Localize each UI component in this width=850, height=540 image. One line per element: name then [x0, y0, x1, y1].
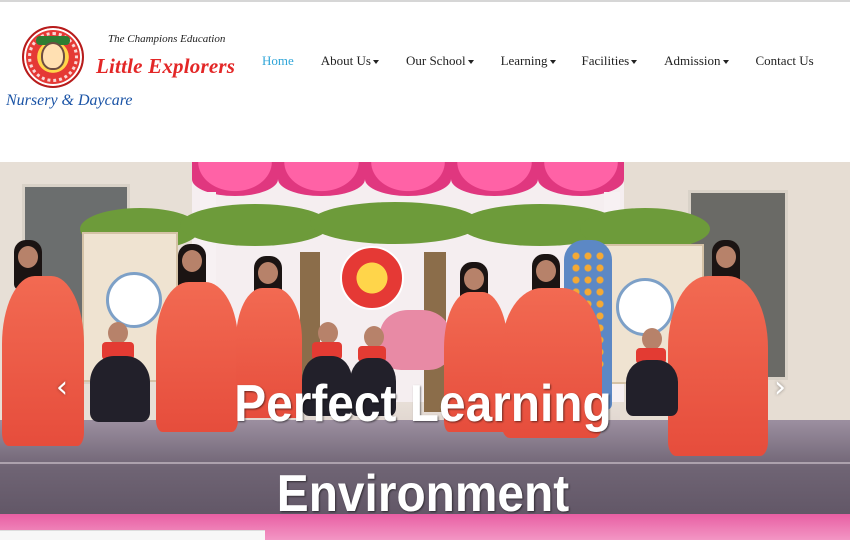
caret-down-icon: [549, 60, 556, 64]
main-navigation: Home About Us Our School Learning Facili…: [262, 52, 814, 70]
emblem-face: [41, 42, 65, 70]
nav-item-label: Admission: [664, 53, 721, 68]
logo-tagline: The Champions Education: [108, 33, 226, 45]
nav-item-label: Our School: [405, 53, 466, 68]
caret-down-icon: [722, 60, 729, 64]
site-header: The Champions Education Little Explorers…: [0, 2, 850, 162]
nav-item-learning[interactable]: Learning: [501, 53, 556, 69]
nav-item-label: Contact Us: [755, 53, 814, 68]
caret-down-icon: [631, 60, 638, 64]
nav-item-about-us[interactable]: About Us: [321, 53, 379, 69]
nav-item-contact-us[interactable]: Contact Us: [756, 53, 814, 69]
tree-emblem-icon: [616, 278, 674, 336]
nav-item-label: About Us: [320, 53, 371, 68]
nav-item-our-school[interactable]: Our School: [406, 53, 474, 69]
logo-brand-name[interactable]: Little Explorers: [96, 54, 235, 79]
elephant-prop: [380, 310, 450, 370]
hero-caption-line-1: Perfect Learning: [234, 375, 612, 433]
school-emblem-icon[interactable]: [22, 26, 84, 88]
nav-item-admission[interactable]: Admission: [664, 53, 729, 69]
hero-slider: ‹ › Perfect Learning Environment: [0, 162, 850, 540]
nav-item-label: Home: [262, 53, 294, 68]
nav-item-label: Facilities: [581, 53, 630, 68]
horizontal-scrollbar[interactable]: [0, 530, 265, 540]
logo-subtitle: Nursery & Daycare: [6, 92, 133, 109]
stage-curtain: [192, 162, 625, 196]
nav-item-facilities[interactable]: Facilities: [582, 53, 638, 69]
stage-emblem-icon: [340, 246, 404, 310]
caret-down-icon: [372, 60, 379, 64]
hero-caption-line-2: Environment: [276, 465, 570, 523]
caret-down-icon: [467, 60, 474, 64]
tiger-emblem-icon: [106, 272, 162, 328]
nav-item-home[interactable]: Home: [262, 53, 294, 69]
nav-item-label: Learning: [500, 53, 548, 68]
